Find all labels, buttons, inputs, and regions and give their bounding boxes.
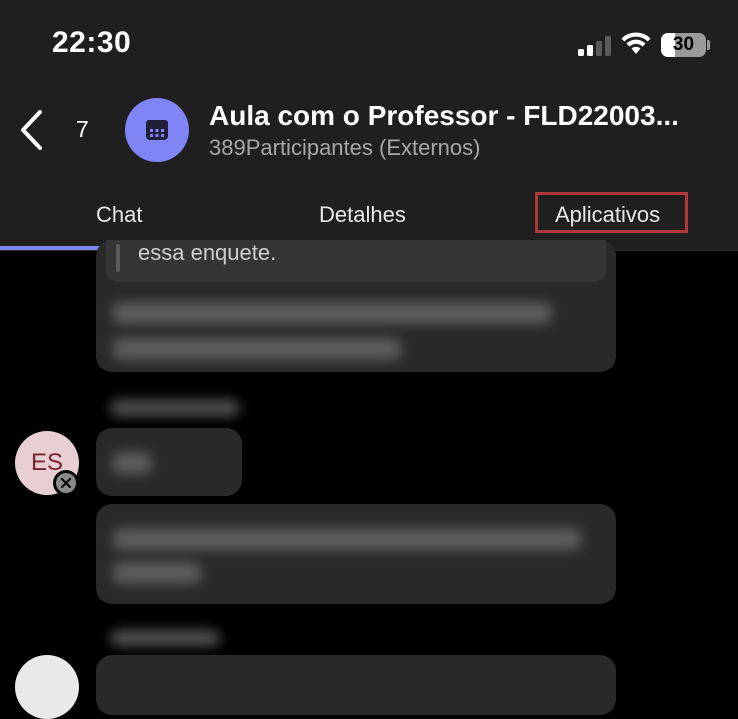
message-bubble[interactable] bbox=[96, 504, 616, 604]
chat-title[interactable]: Aula com o Professor - FLD22003... bbox=[209, 100, 679, 132]
chat-subtitle[interactable]: 389Participantes (Externos) bbox=[209, 135, 480, 161]
status-time: 22:30 bbox=[52, 26, 132, 59]
blurred-text bbox=[112, 452, 152, 474]
battery-level: 30 bbox=[672, 34, 695, 55]
blurred-text bbox=[112, 338, 402, 360]
message-bubble[interactable] bbox=[96, 428, 242, 496]
quoted-message: essa enquete. bbox=[106, 240, 606, 282]
quoted-message-text: essa enquete. bbox=[138, 240, 277, 265]
blurred-sender-timestamp bbox=[110, 400, 240, 416]
tab-details[interactable]: Detalhes bbox=[319, 202, 406, 228]
highlight-annotation-box bbox=[535, 192, 688, 233]
close-icon bbox=[61, 478, 71, 488]
blurred-text bbox=[112, 562, 202, 584]
cellular-signal-icon bbox=[578, 36, 612, 56]
calendar-icon bbox=[146, 120, 168, 140]
quote-bar bbox=[116, 244, 120, 272]
blurred-text bbox=[112, 528, 582, 550]
status-bar: 22:30 30 bbox=[0, 0, 738, 88]
blurred-sender-timestamp bbox=[110, 630, 220, 646]
battery-tip bbox=[707, 40, 710, 50]
tab-chat[interactable]: Chat bbox=[96, 202, 142, 228]
message-bubble[interactable] bbox=[96, 655, 616, 715]
presence-badge bbox=[53, 470, 79, 496]
back-arrow-icon[interactable] bbox=[14, 108, 50, 152]
wifi-icon bbox=[621, 32, 651, 54]
battery-icon: 30 bbox=[661, 33, 706, 57]
chat-header: 7 Aula com o Professor - FLD22003... 389… bbox=[0, 88, 738, 180]
back-unread-count[interactable]: 7 bbox=[76, 116, 89, 143]
blurred-text bbox=[112, 302, 552, 324]
chat-avatar[interactable] bbox=[125, 98, 189, 162]
